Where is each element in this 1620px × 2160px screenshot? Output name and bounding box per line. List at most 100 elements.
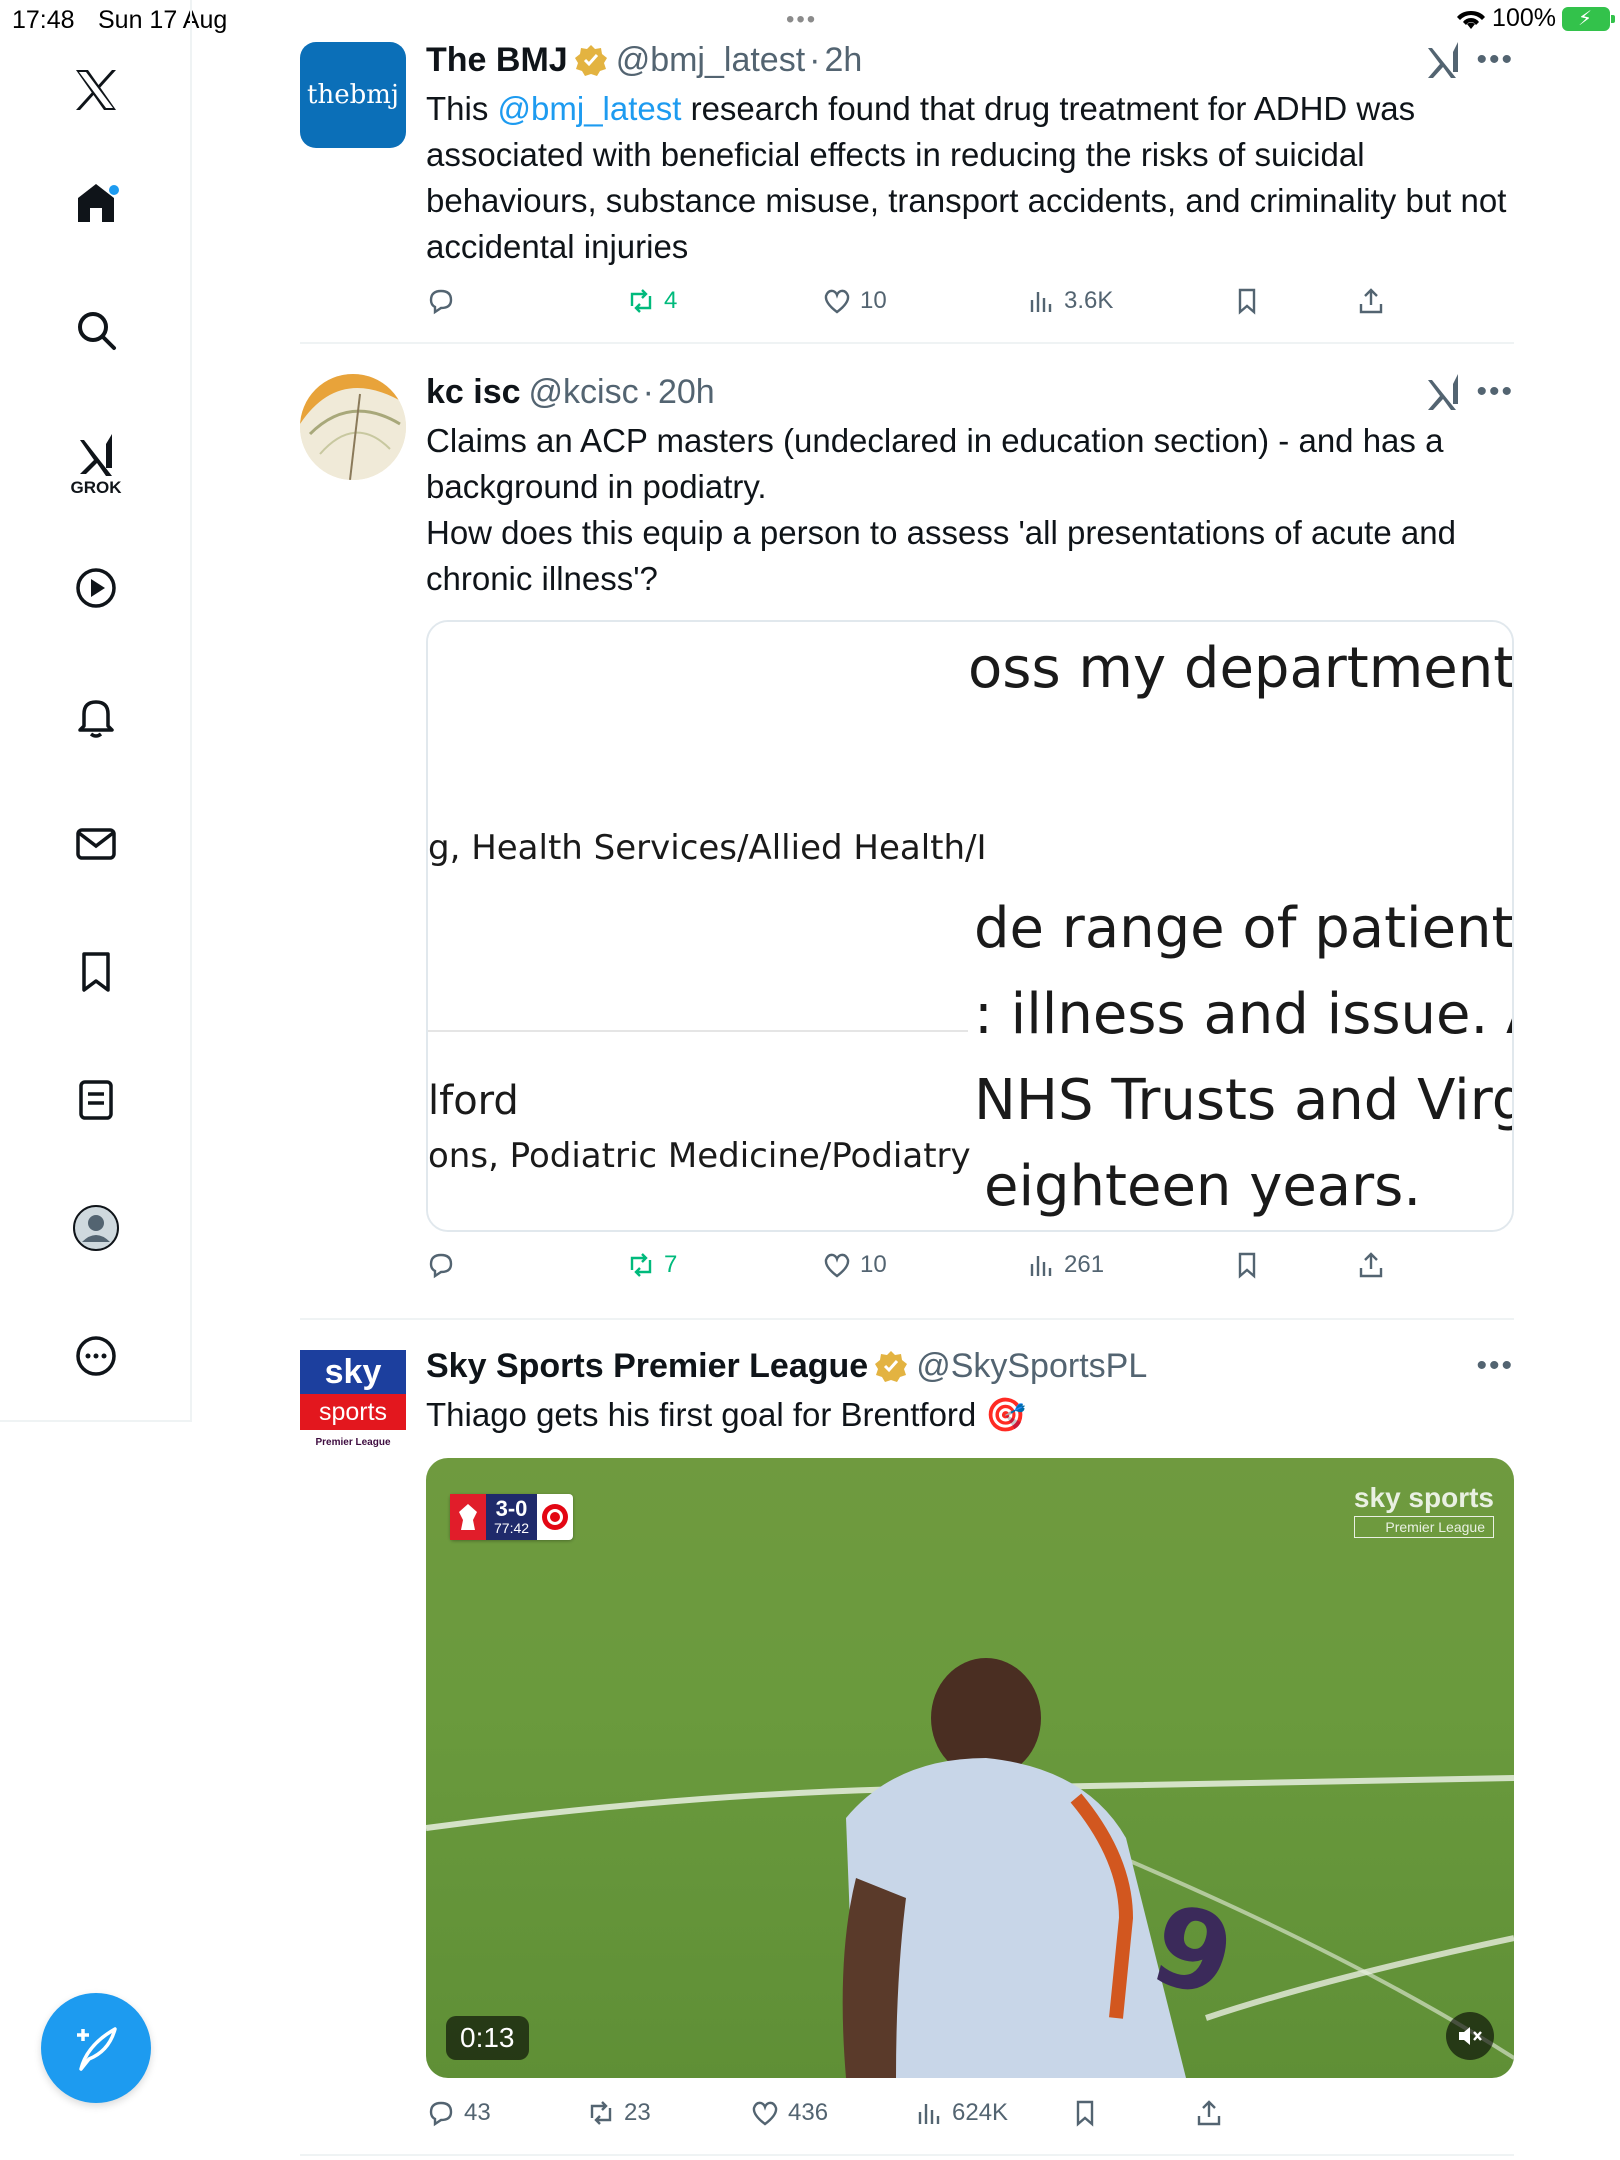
share-icon <box>1359 1252 1383 1278</box>
share-button[interactable] <box>1356 1250 1386 1280</box>
tweet-time[interactable]: 20h <box>658 372 715 412</box>
profile-icon[interactable] <box>62 1194 130 1262</box>
author-name[interactable]: kc isc <box>426 372 521 412</box>
grok-label: GROK <box>70 478 122 497</box>
author-name[interactable]: The BMJ <box>426 40 568 80</box>
like-button[interactable]: 10 <box>822 286 887 316</box>
tweet[interactable]: thebmj The BMJ @bmj_latest · 2h ••• This… <box>300 40 1514 340</box>
tweet-more-icon[interactable]: ••• <box>1476 377 1514 407</box>
reply-icon <box>429 1253 453 1279</box>
reply-button[interactable] <box>426 286 464 316</box>
tweet-text: Claims an ACP masters (undeclared in edu… <box>426 422 1456 597</box>
like-button[interactable]: 436 <box>750 2098 828 2128</box>
author-name[interactable]: Sky Sports Premier League <box>426 1346 868 1386</box>
views-icon <box>1030 292 1052 312</box>
bookmark-button[interactable] <box>1232 286 1262 316</box>
reply-icon <box>429 289 453 315</box>
image-text-line: oss my department <box>968 636 1514 701</box>
more-icon[interactable] <box>62 1322 130 1390</box>
views-button[interactable]: 261 <box>1026 1250 1104 1280</box>
search-icon[interactable] <box>62 296 130 364</box>
author-handle[interactable]: @SkySportsPL <box>916 1346 1147 1386</box>
avatar-sky-text: sky <box>300 1350 406 1394</box>
tweet-actions: 7 10 261 <box>426 1250 1406 1290</box>
image-divider-line <box>428 1030 968 1032</box>
author-handle[interactable]: @kcisc <box>529 372 639 412</box>
bookmark-icon <box>1076 2100 1094 2127</box>
tweet-divider <box>300 1318 1514 1320</box>
bookmarks-icon[interactable] <box>62 938 130 1006</box>
tweet[interactable]: sky sports Premier League Sky Sports Pre… <box>300 1346 1514 2146</box>
tweet[interactable]: kc isc @kcisc · 20h ••• Claims an ACP ma… <box>300 372 1514 1312</box>
views-icon <box>918 2104 940 2124</box>
repost-button[interactable]: 4 <box>626 286 677 316</box>
muted-speaker-icon <box>1459 2027 1482 2045</box>
image-text-line: de range of patients <box>974 896 1514 961</box>
image-text-line: NHS Trusts and Virg <box>974 1068 1514 1133</box>
tweet-divider <box>300 342 1514 344</box>
grok-explain-icon[interactable] <box>1424 40 1464 82</box>
verified-badge-icon <box>574 45 607 76</box>
tweet-more-icon[interactable]: ••• <box>1476 45 1514 75</box>
tweet-divider <box>300 2154 1514 2156</box>
avatar-text: thebmj <box>307 80 399 110</box>
tweet-text: Thiago gets his first goal for Brentford… <box>426 1396 1027 1433</box>
tweet-actions: 43 23 436 624K <box>426 2098 1406 2138</box>
like-button[interactable]: 10 <box>822 1250 887 1280</box>
repost-icon <box>630 289 652 313</box>
reply-icon <box>429 2101 453 2127</box>
messages-icon[interactable] <box>62 810 130 878</box>
status-right: 100% ⚡ <box>1456 4 1615 33</box>
heart-icon <box>824 1253 850 1278</box>
video-duration: 0:13 <box>446 2016 529 2060</box>
reply-button[interactable] <box>426 1250 464 1280</box>
share-icon <box>1359 288 1383 314</box>
sidebar: GROK <box>0 0 192 1422</box>
avatar-skysports[interactable]: sky sports Premier League <box>300 1350 406 1456</box>
avatar-bmj[interactable]: thebmj <box>300 42 406 148</box>
tweet-header: kc isc @kcisc · 20h <box>426 372 715 412</box>
heart-icon <box>824 289 850 314</box>
video-icon[interactable] <box>62 554 130 622</box>
views-button[interactable]: 624K <box>914 2098 1008 2128</box>
mute-button[interactable] <box>1446 2012 1494 2060</box>
tweet-header: The BMJ @bmj_latest · 2h <box>426 40 863 80</box>
repost-icon <box>630 1253 652 1277</box>
battery-percent: 100% <box>1492 4 1556 32</box>
repost-button[interactable]: 7 <box>626 1250 677 1280</box>
reply-button[interactable]: 43 <box>426 2098 491 2128</box>
share-button[interactable] <box>1194 2098 1224 2128</box>
home-icon[interactable] <box>62 168 130 236</box>
notifications-icon[interactable] <box>62 682 130 750</box>
lists-icon[interactable] <box>62 1066 130 1134</box>
tweet-time[interactable]: 2h <box>825 40 863 80</box>
heart-icon <box>752 2101 778 2126</box>
bookmark-button[interactable] <box>1070 2098 1100 2128</box>
score-bug: 3-0 77:42 <box>450 1494 574 1540</box>
avatar-kcisc[interactable] <box>300 374 406 480</box>
grok-explain-icon[interactable] <box>1424 372 1464 414</box>
image-text-line: lford <box>428 1078 519 1124</box>
repost-button[interactable]: 23 <box>586 2098 651 2128</box>
multitask-dots[interactable]: ••• <box>786 6 817 34</box>
share-button[interactable] <box>1356 286 1386 316</box>
tweet-video[interactable]: 9 3-0 77:42 sky sports Premier League 0:1… <box>426 1458 1514 2078</box>
tweet-actions: 4 10 3.6K <box>426 286 1406 326</box>
compose-button[interactable] <box>41 1993 151 2103</box>
image-text-line: ons, Podiatric Medicine/Podiatry <box>428 1136 971 1176</box>
tweet-image[interactable]: oss my department g, Health Services/All… <box>426 620 1514 1232</box>
tweet-more-icon[interactable]: ••• <box>1476 1351 1514 1381</box>
avatar-image <box>300 374 406 480</box>
video-frame: 9 <box>426 1658 1514 2078</box>
views-button[interactable]: 3.6K <box>1026 286 1113 316</box>
battery-icon: ⚡ <box>1562 6 1615 31</box>
verified-badge-icon <box>875 1351 908 1382</box>
author-handle[interactable]: @bmj_latest <box>616 40 805 80</box>
compose-feather-icon <box>77 2027 117 2071</box>
tweet-header: Sky Sports Premier League @SkySportsPL <box>426 1346 1514 1386</box>
bookmark-button[interactable] <box>1232 1250 1262 1280</box>
avatar-sports-text: sports <box>300 1394 406 1430</box>
x-logo-icon[interactable] <box>62 56 130 124</box>
bookmark-icon <box>1238 1252 1256 1279</box>
tweet-mention-link[interactable]: @bmj_latest <box>498 90 682 127</box>
